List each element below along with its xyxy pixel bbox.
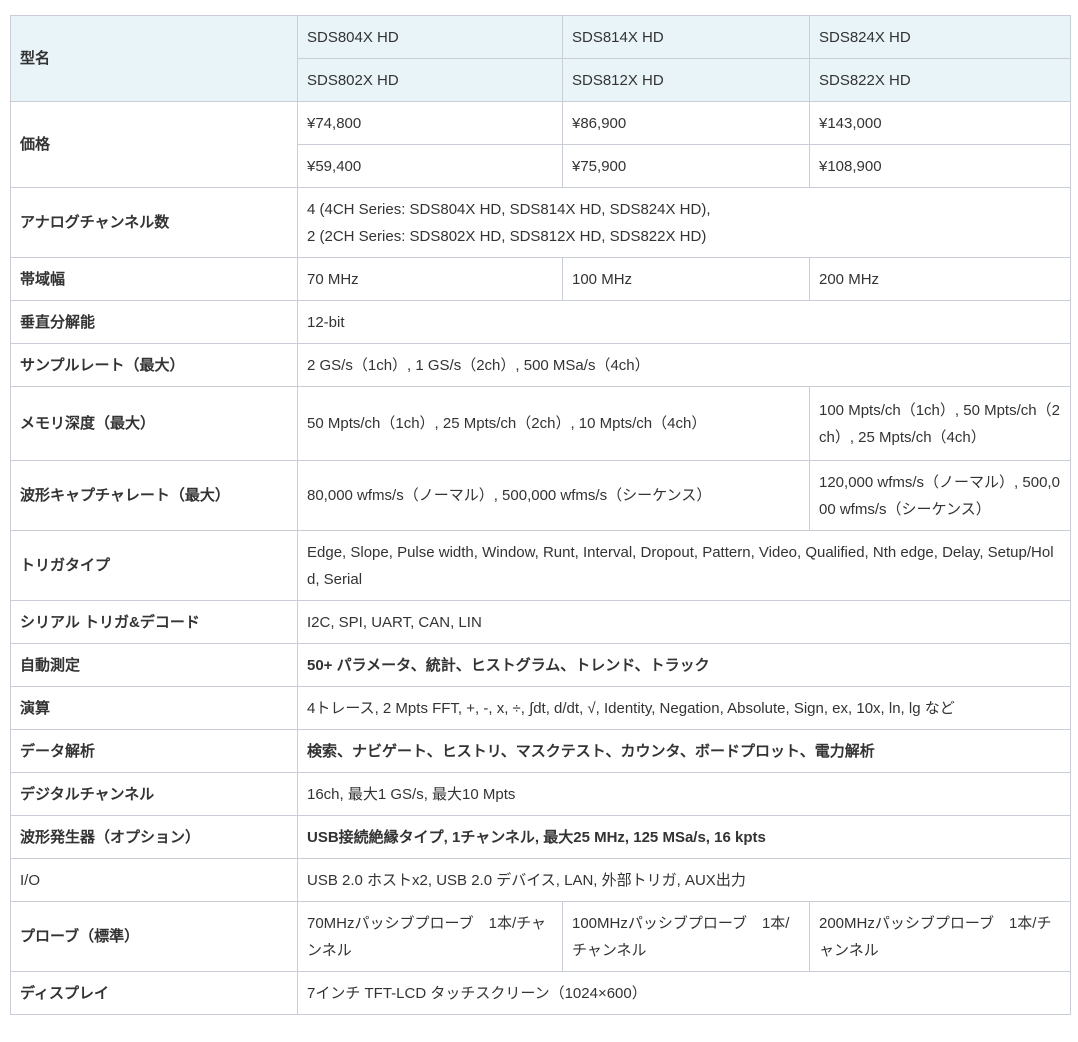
row-label: ディスプレイ [10, 971, 298, 1015]
awg-row: 波形発生器（オプション） USB接続絶縁タイプ, 1チャンネル, 最大25 MH… [10, 815, 1071, 859]
cell: SDS804X HD [297, 15, 563, 59]
measure-row: 自動測定 50+ パラメータ、統計、ヒストグラム、トレンド、トラック [10, 643, 1071, 687]
row-label: メモリ深度（最大） [10, 386, 298, 461]
cell: ¥75,900 [562, 144, 810, 188]
probe-row: プローブ（標準） 70MHzパッシブプローブ 1本/チャンネル 100MHzパッ… [10, 901, 1071, 972]
cell: ¥108,900 [809, 144, 1071, 188]
serial-row: シリアル トリガ&デコード I2C, SPI, UART, CAN, LIN [10, 600, 1071, 644]
row-label: 垂直分解能 [10, 300, 298, 344]
cell: ¥59,400 [297, 144, 563, 188]
price-row: 価格 ¥74,800 ¥86,900 ¥143,000 [10, 101, 1071, 188]
cell: 80,000 wfms/s（ノーマル）, 500,000 wfms/s（シーケン… [297, 460, 810, 531]
cell: 100 MHz [562, 257, 810, 301]
cell: ¥86,900 [562, 101, 810, 145]
row-label: I/O [10, 858, 298, 902]
row-label: シリアル トリガ&デコード [10, 600, 298, 644]
cell: 7インチ TFT-LCD タッチスクリーン（1024×600） [297, 971, 1071, 1015]
cell: 70 MHz [297, 257, 563, 301]
spec-table: 型名 SDS804X HD SDS814X HD SDS824X HD SDS8… [10, 15, 1071, 1015]
cell: I2C, SPI, UART, CAN, LIN [297, 600, 1071, 644]
cell: USB 2.0 ホストx2, USB 2.0 デバイス, LAN, 外部トリガ,… [297, 858, 1071, 902]
cell: 4 (4CH Series: SDS804X HD, SDS814X HD, S… [297, 187, 1071, 258]
analog-row: アナログチャンネル数 4 (4CH Series: SDS804X HD, SD… [10, 187, 1071, 258]
row-label: デジタルチャンネル [10, 772, 298, 816]
cell: 100MHzパッシブプローブ 1本/チャンネル [562, 901, 810, 972]
row-label: 波形発生器（オプション） [10, 815, 298, 859]
cell: ¥74,800 [297, 101, 563, 145]
row-label: 帯域幅 [10, 257, 298, 301]
memory-row: メモリ深度（最大） 50 Mpts/ch（1ch）, 25 Mpts/ch（2c… [10, 386, 1071, 461]
cell: 200MHzパッシブプローブ 1本/チャンネル [809, 901, 1071, 972]
cell: 4トレース, 2 Mpts FFT, +, -, x, ÷, ∫dt, d/dt… [297, 686, 1071, 730]
cell: SDS812X HD [562, 58, 810, 102]
cell: 16ch, 最大1 GS/s, 最大10 Mpts [297, 772, 1071, 816]
cell: SDS814X HD [562, 15, 810, 59]
row-label: 演算 [10, 686, 298, 730]
cell: 200 MHz [809, 257, 1071, 301]
cell: USB接続絶縁タイプ, 1チャンネル, 最大25 MHz, 125 MSa/s,… [297, 815, 1071, 859]
cell: 50+ パラメータ、統計、ヒストグラム、トレンド、トラック [297, 643, 1071, 687]
cell: Edge, Slope, Pulse width, Window, Runt, … [297, 530, 1071, 601]
row-label: プローブ（標準） [10, 901, 298, 972]
model-row: 型名 SDS804X HD SDS814X HD SDS824X HD [10, 15, 1071, 102]
line: 2 (2CH Series: SDS802X HD, SDS812X HD, S… [307, 227, 707, 245]
cell: 70MHzパッシブプローブ 1本/チャンネル [297, 901, 563, 972]
display-row: ディスプレイ 7インチ TFT-LCD タッチスクリーン（1024×600） [10, 971, 1071, 1015]
cell: SDS824X HD [809, 15, 1071, 59]
capture-row: 波形キャプチャレート（最大） 80,000 wfms/s（ノーマル）, 500,… [10, 460, 1071, 531]
row-label: データ解析 [10, 729, 298, 773]
row-label: アナログチャンネル数 [10, 187, 298, 258]
trigger-row: トリガタイプ Edge, Slope, Pulse width, Window,… [10, 530, 1071, 601]
cell: 100 Mpts/ch（1ch）, 50 Mpts/ch（2ch）, 25 Mp… [809, 386, 1071, 461]
row-label: 型名 [10, 15, 298, 102]
cell: 2 GS/s（1ch）, 1 GS/s（2ch）, 500 MSa/s（4ch） [297, 343, 1071, 387]
analysis-row: データ解析 検索、ナビゲート、ヒストリ、マスクテスト、カウンタ、ボードプロット、… [10, 729, 1071, 773]
math-row: 演算 4トレース, 2 Mpts FFT, +, -, x, ÷, ∫dt, d… [10, 686, 1071, 730]
row-label: 波形キャプチャレート（最大） [10, 460, 298, 531]
io-row: I/O USB 2.0 ホストx2, USB 2.0 デバイス, LAN, 外部… [10, 858, 1071, 902]
cell: SDS802X HD [297, 58, 563, 102]
row-label: トリガタイプ [10, 530, 298, 601]
vres-row: 垂直分解能 12-bit [10, 300, 1071, 344]
line: 4 (4CH Series: SDS804X HD, SDS814X HD, S… [307, 200, 711, 218]
row-label: 価格 [10, 101, 298, 188]
sample-row: サンプルレート（最大） 2 GS/s（1ch）, 1 GS/s（2ch）, 50… [10, 343, 1071, 387]
bandwidth-row: 帯域幅 70 MHz 100 MHz 200 MHz [10, 257, 1071, 301]
cell: 120,000 wfms/s（ノーマル）, 500,000 wfms/s（シーケ… [809, 460, 1071, 531]
cell: 50 Mpts/ch（1ch）, 25 Mpts/ch（2ch）, 10 Mpt… [297, 386, 810, 461]
row-label: サンプルレート（最大） [10, 343, 298, 387]
cell: 12-bit [297, 300, 1071, 344]
cell: 検索、ナビゲート、ヒストリ、マスクテスト、カウンタ、ボードプロット、電力解析 [297, 729, 1071, 773]
row-label: 自動測定 [10, 643, 298, 687]
digital-row: デジタルチャンネル 16ch, 最大1 GS/s, 最大10 Mpts [10, 772, 1071, 816]
cell: ¥143,000 [809, 101, 1071, 145]
cell: SDS822X HD [809, 58, 1071, 102]
